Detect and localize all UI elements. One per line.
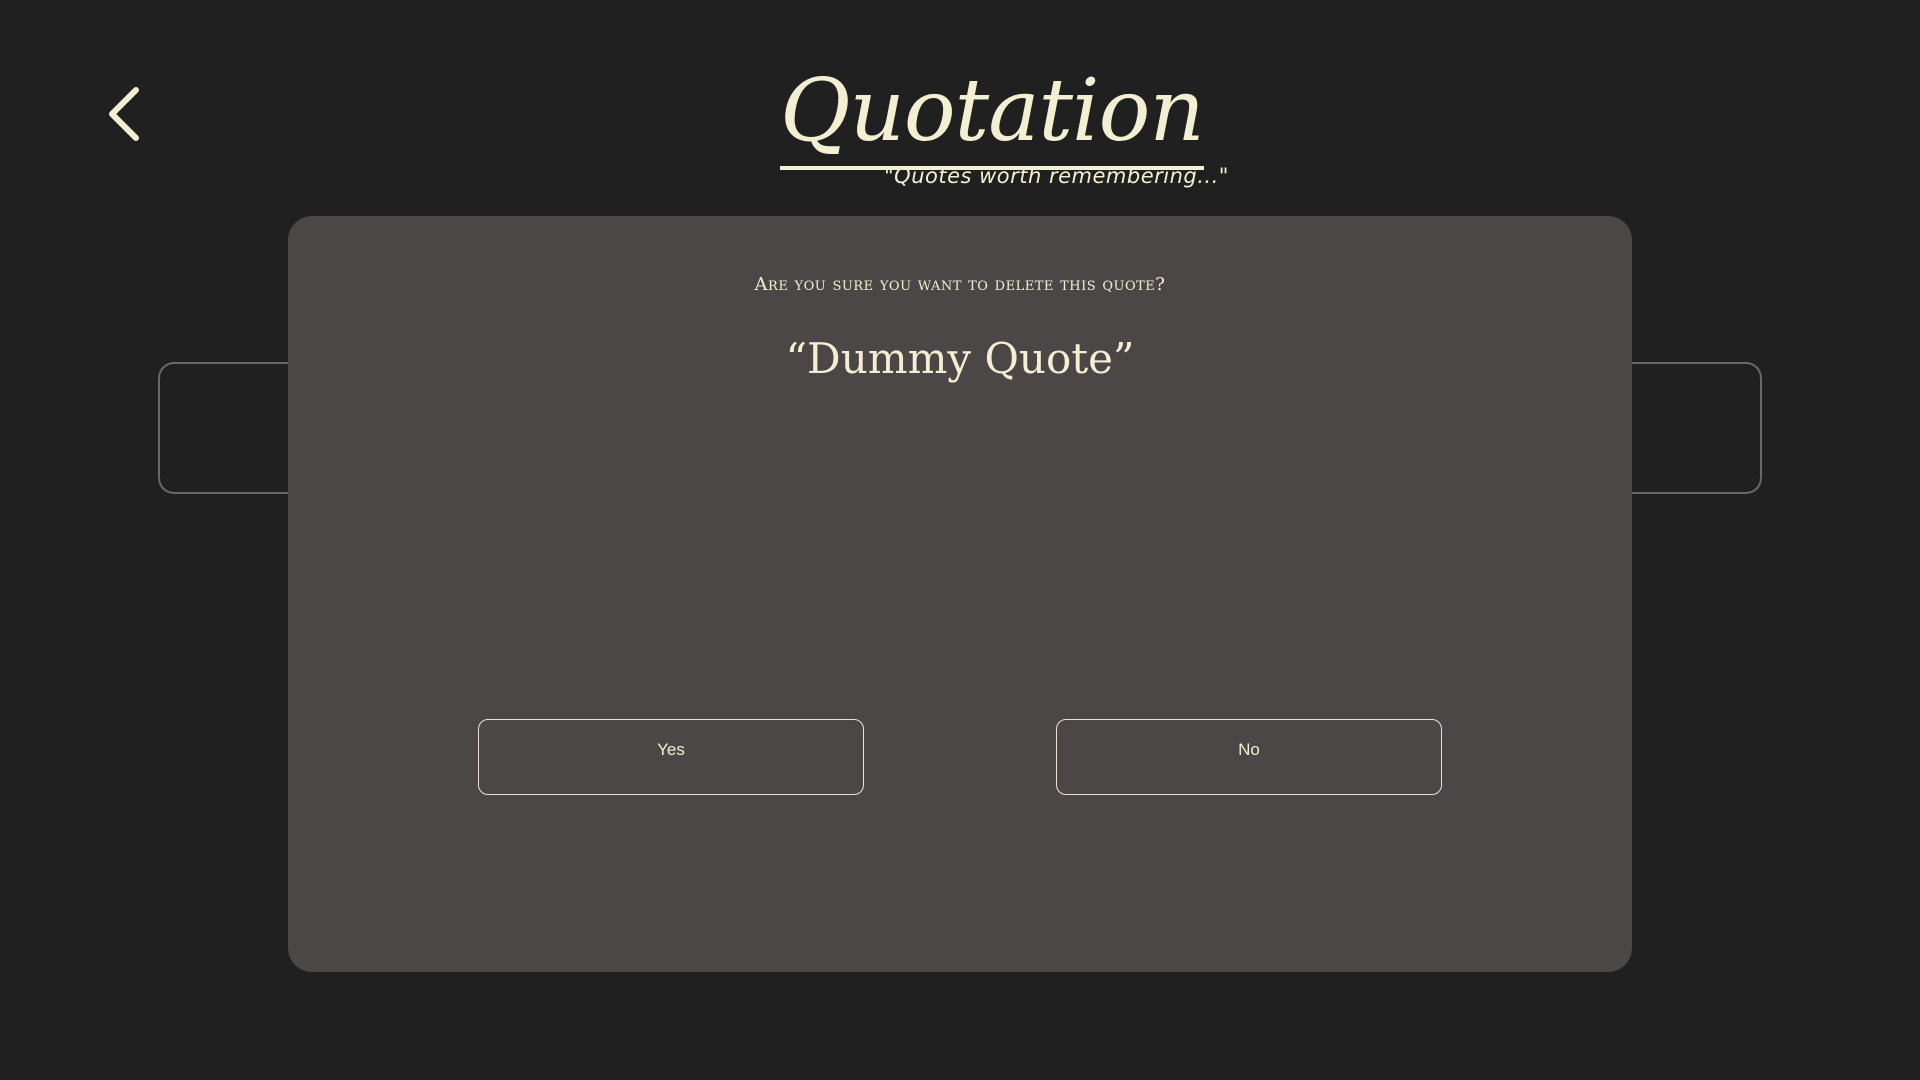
logo-title: Quotation — [780, 56, 1205, 170]
back-button[interactable] — [100, 84, 148, 144]
yes-button[interactable]: Yes — [478, 719, 864, 795]
chevron-left-icon — [109, 87, 139, 141]
app-page: Quotation "Quotes worth remembering..." … — [0, 0, 1920, 1080]
dialog-question: Are you sure you want to delete this quo… — [754, 274, 1166, 295]
background-quote-card — [158, 362, 308, 494]
app-logo: Quotation "Quotes worth remembering..." — [760, 56, 1228, 196]
no-button[interactable]: No — [1056, 719, 1442, 795]
dialog-quote-text: “Dummy Quote” — [785, 334, 1135, 383]
background-quote-card — [1620, 362, 1762, 494]
delete-confirm-dialog: Are you sure you want to delete this quo… — [288, 216, 1632, 972]
logo-tagline: "Quotes worth remembering..." — [884, 164, 1229, 188]
